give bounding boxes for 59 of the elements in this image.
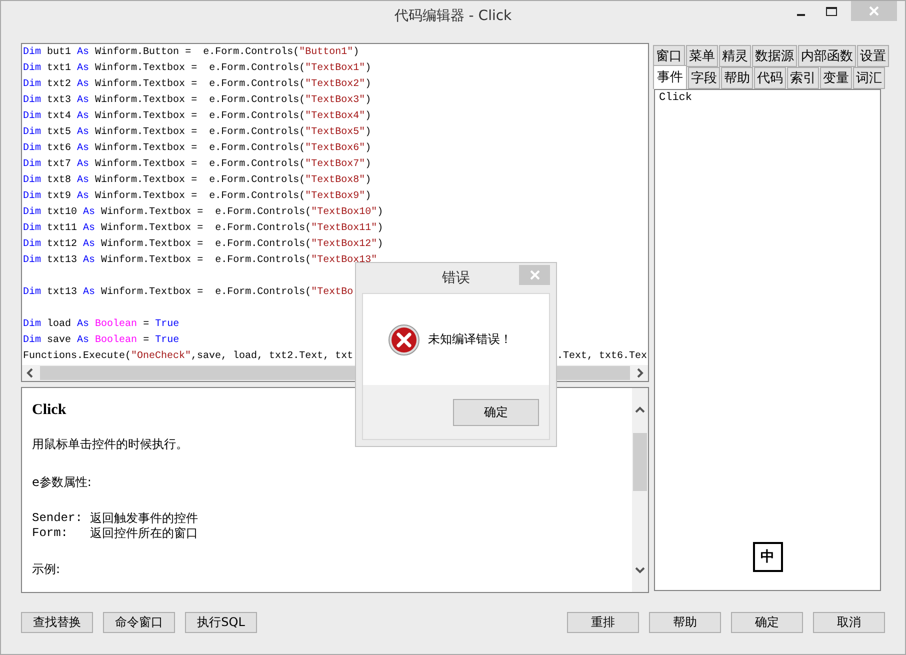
code-line: Dim txt7 As Winform.Textbox = e.Form.Controls("TextBox7") — [23, 158, 372, 172]
code-line: Dim txt2 As Winform.Textbox = e.Form.Controls("TextBox2") — [23, 78, 372, 92]
property-name: Sender: — [32, 511, 84, 526]
help-text: e参数属性: — [32, 474, 92, 491]
code-line: .Text, txt6.Tex — [556, 350, 647, 364]
ok-button[interactable]: 确定 — [453, 398, 539, 426]
code-line: Dim txt13 As Winform.Textbox = e.Form.Controls("TextBox13" — [23, 254, 378, 268]
tab[interactable]: 窗口 — [653, 45, 685, 67]
code-line: Dim txt1 As Winform.Textbox = e.Form.Controls("TextBox1") — [23, 62, 372, 76]
maximize-icon[interactable] — [826, 6, 836, 16]
property-description: 返回触发事件的控件 — [90, 511, 199, 526]
code-line: Dim txt9 As Winform.Textbox = e.Form.Controls("TextBox9") — [23, 190, 372, 204]
tab[interactable]: 索引 — [787, 67, 819, 89]
code-line: Dim txt8 As Winform.Textbox = e.Form.Controls("TextBox8") — [23, 174, 372, 188]
code-line: Dim txt6 As Winform.Textbox = e.Form.Controls("TextBox6") — [23, 142, 372, 156]
event-list[interactable]: Click 中 — [654, 89, 881, 591]
code-line: Dim save As Boolean = True — [23, 334, 180, 348]
scroll-left-icon[interactable] — [25, 367, 35, 379]
tab[interactable]: 变量 — [820, 67, 852, 89]
list-item[interactable]: Click — [659, 92, 876, 104]
code-line: Dim txt4 As Winform.Textbox = e.Form.Controls("TextBox4") — [23, 110, 372, 124]
error-icon — [388, 324, 420, 356]
code-line: Functions.Execute("OneCheck",save, load, txt2.Text, txt — [23, 350, 354, 364]
dialog-button[interactable]: 确定 — [731, 612, 803, 633]
code-line: Dim load As Boolean = True — [23, 318, 180, 332]
tab[interactable]: 数据源 — [752, 45, 797, 67]
tab[interactable]: 代码 — [754, 67, 786, 89]
tab[interactable]: 字段 — [688, 67, 720, 89]
code-line: Dim txt10 As Winform.Textbox = e.Form.Controls("TextBox10") — [23, 206, 384, 220]
help-text: 示例: — [32, 561, 60, 578]
code-line: Dim txt11 As Winform.Textbox = e.Form.Controls("TextBox11") — [23, 222, 384, 236]
vertical-scrollbar[interactable] — [632, 388, 648, 592]
help-title: Click — [32, 402, 66, 419]
toolbar-button[interactable]: 命令窗口 — [103, 612, 175, 633]
window-title: 代码编辑器 - Click — [394, 7, 512, 25]
tab[interactable]: 词汇 — [853, 67, 885, 89]
code-line: Dim txt3 As Winform.Textbox = e.Form.Controls("TextBox3") — [23, 94, 372, 108]
tab[interactable]: 菜单 — [686, 45, 718, 67]
help-text: 用鼠标单击控件的时候执行。 — [32, 436, 188, 453]
dialog-button[interactable]: 重排 — [567, 612, 639, 633]
tab[interactable]: 事件 — [653, 65, 687, 89]
property-description: 返回控件所在的窗口 — [90, 526, 199, 541]
toolbar-button[interactable]: 查找替换 — [21, 612, 93, 633]
error-message: 未知编译错误！ — [428, 331, 512, 348]
tab[interactable]: 帮助 — [721, 67, 753, 89]
code-line: Dim but1 As Winform.Button = e.Form.Controls("Button1") — [23, 46, 360, 60]
property-name: Form: — [32, 526, 70, 541]
dialog-button[interactable]: 帮助 — [649, 612, 721, 633]
toolbar-button[interactable]: 执行SQL — [185, 612, 257, 633]
code-line: Dim txt5 As Winform.Textbox = e.Form.Controls("TextBox5") — [23, 126, 372, 140]
tab[interactable]: 设置 — [857, 45, 889, 67]
tab[interactable]: 精灵 — [719, 45, 751, 67]
code-line: Dim txt12 As Winform.Textbox = e.Form.Controls("TextBox12") — [23, 238, 384, 252]
code-line: Dim txt13 As Winform.Textbox = e.Form.Controls("TextBo — [23, 286, 354, 300]
ime-indicator[interactable]: 中 — [752, 542, 782, 572]
dialog-button[interactable]: 取消 — [813, 612, 885, 633]
dialog-title: 错误 — [442, 269, 470, 287]
tab[interactable]: 内部函数 — [798, 45, 856, 67]
scroll-right-icon[interactable] — [635, 367, 645, 379]
